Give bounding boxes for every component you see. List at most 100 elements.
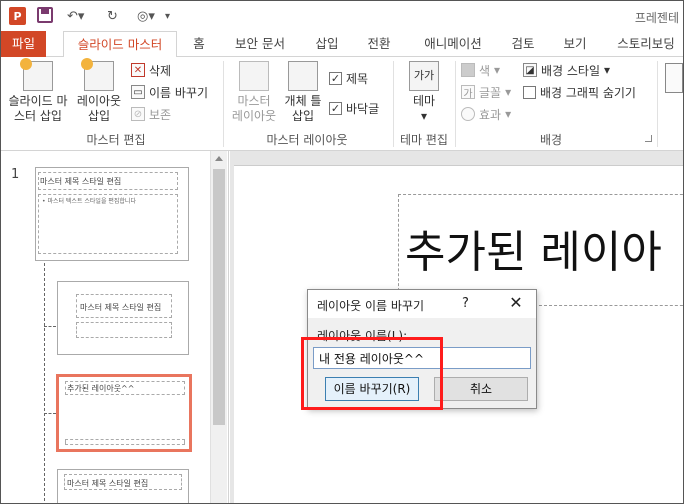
master-layout-label-2: 레이아웃	[231, 109, 277, 123]
footer-check-icon: ✓	[329, 101, 342, 115]
ribbon-separator	[455, 61, 456, 147]
tab-review[interactable]: 검토	[501, 31, 545, 57]
tab-insert[interactable]: 삽입	[305, 31, 349, 57]
insert-placeholder-button[interactable]: 개체 틀 삽입	[281, 61, 325, 124]
customize-toolbar-icon[interactable]: ▾	[165, 7, 170, 25]
thumb-added-layout-title: 추가된 레이아웃^^	[67, 384, 135, 393]
slide-master-thumbnail[interactable]: 마스터 제목 스타일 편집 • 마스터 텍스트 스타일을 편집합니다	[35, 167, 189, 261]
title-bar: P ↶▾ ↻ ◎▾ ▾ 프레젠테	[1, 1, 683, 31]
background-styles-button[interactable]: ◪ 배경 스타일 ▾	[523, 61, 610, 79]
scrollbar-thumb[interactable]	[213, 169, 225, 425]
title-checkbox[interactable]: ✓ 제목	[329, 69, 368, 87]
hide-background-check-icon	[523, 85, 536, 99]
footer-checkbox-label: 바닥글	[346, 101, 380, 116]
colors-label: 색	[479, 63, 491, 78]
insert-slide-master-label: 슬라이드 마	[8, 94, 68, 108]
layout-thumbnail-title[interactable]: 마스터 제목 스타일 편집	[57, 281, 189, 355]
group-label-theme-edit: 테마 편집	[400, 133, 448, 147]
tab-view[interactable]: 보기	[553, 31, 597, 57]
background-styles-label: 배경 스타일	[541, 63, 601, 78]
dialog-title: 레이아웃 이름 바꾸기	[317, 299, 424, 313]
hide-background-graphics-label: 배경 그래픽 숨기기	[540, 85, 636, 100]
colors-button[interactable]: 색 ▾	[461, 61, 500, 79]
delete-icon: ✕	[131, 63, 145, 77]
close-icon[interactable]: ✕	[505, 293, 527, 312]
thumb-layout-title: 마스터 제목 스타일 편집	[80, 303, 162, 312]
group-label-background: 배경	[539, 133, 563, 147]
start-presentation-icon[interactable]: ◎▾	[137, 7, 155, 25]
background-dialog-launcher-icon[interactable]	[645, 135, 652, 142]
chevron-down-icon: ▾	[505, 85, 512, 99]
title-check-icon: ✓	[329, 71, 342, 85]
master-layout-label: 마스터	[237, 94, 271, 108]
thumb-subtitle-placeholder	[76, 322, 172, 338]
tab-slide-master[interactable]: 슬라이드 마스터	[63, 31, 177, 58]
insert-placeholder-label-2: 삽입	[291, 109, 315, 123]
title-checkbox-label: 제목	[346, 71, 369, 86]
chevron-down-icon: ▾	[604, 63, 611, 77]
colors-icon	[461, 63, 475, 77]
insert-layout-label: 레이아웃	[76, 94, 122, 108]
save-icon[interactable]	[37, 7, 53, 23]
tab-storyboarding[interactable]: 스토리보딩	[607, 31, 683, 57]
thumb-master-text: • 마스터 텍스트 스타일을 편집합니다	[42, 198, 136, 205]
slide-thumbnail-pane: 1 마스터 제목 스타일 편집 • 마스터 텍스트 스타일을 편집합니다 마스터…	[1, 151, 229, 503]
insert-layout-button[interactable]: 레이아웃 삽입	[73, 58, 125, 124]
thumb-layout3-title: 마스터 제목 스타일 편집	[67, 479, 149, 488]
insert-slide-master-icon	[20, 58, 53, 91]
master-layout-button[interactable]: 마스터 레이아웃	[227, 61, 281, 124]
insert-placeholder-label: 개체 틀	[284, 94, 322, 108]
chevron-down-icon: ▾	[505, 107, 512, 121]
theme-label: 테마	[412, 94, 436, 108]
group-label-master-layout: 마스터 레이아웃	[266, 133, 348, 147]
theme-button[interactable]: 가가 테마 ▾	[401, 61, 447, 124]
insert-layout-label-2: 삽입	[87, 109, 111, 123]
redo-icon[interactable]: ↻	[107, 7, 118, 25]
group-label-master-edit: 마스터 편집	[86, 133, 146, 147]
thumb-footer-placeholder	[65, 439, 185, 445]
cancel-button[interactable]: 취소	[434, 377, 528, 401]
slide-size-icon[interactable]	[665, 63, 683, 93]
effects-icon	[461, 107, 475, 121]
hide-background-graphics-checkbox[interactable]: 배경 그래픽 숨기기	[523, 83, 636, 101]
chevron-down-icon: ▾	[494, 63, 501, 77]
layout-tree-branch	[44, 326, 56, 327]
tab-animations[interactable]: 애니메이션	[413, 31, 493, 57]
rename-button[interactable]: ▭ 이름 바꾸기	[131, 83, 208, 101]
window-title: 프레젠테	[634, 11, 679, 25]
fonts-button[interactable]: 가 글꼴 ▾	[461, 83, 511, 101]
ribbon: 슬라이드 마 스터 삽입 레이아웃 삽입 ✕ 삭제 ▭ 이름 바꾸기 ⊘ 보존 …	[1, 57, 683, 151]
ribbon-separator	[657, 61, 658, 147]
ribbon-separator	[223, 61, 224, 147]
ribbon-tabs: 파일 슬라이드 마스터 홈 보안 문서 삽입 전환 애니메이션 검토 보기 스토…	[1, 31, 683, 58]
layout-thumbnail-title-content[interactable]: 마스터 제목 스타일 편집	[57, 469, 189, 503]
background-styles-icon: ◪	[523, 63, 537, 77]
tab-protected-document[interactable]: 보안 문서	[227, 31, 293, 57]
slide-number: 1	[11, 167, 20, 182]
scroll-up-icon[interactable]	[215, 156, 223, 161]
effects-button[interactable]: 효과 ▾	[461, 105, 511, 123]
tab-transitions[interactable]: 전환	[357, 31, 401, 57]
delete-button[interactable]: ✕ 삭제	[131, 61, 171, 79]
slide-title-text: 추가된 레이아	[405, 227, 662, 278]
layout-thumbnail-added[interactable]: 추가된 레이아웃^^	[56, 374, 192, 452]
layout-tree-line	[44, 263, 45, 501]
preserve-icon: ⊘	[131, 107, 145, 121]
thumbnail-scrollbar[interactable]	[210, 151, 227, 503]
insert-placeholder-icon	[288, 61, 318, 91]
insert-slide-master-button[interactable]: 슬라이드 마 스터 삽입	[3, 58, 73, 124]
rename-label: 이름 바꾸기	[149, 85, 209, 100]
powerpoint-window: P ↶▾ ↻ ◎▾ ▾ 프레젠테 파일 슬라이드 마스터 홈 보안 문서 삽입 …	[0, 0, 684, 504]
dialog-title-bar: 레이아웃 이름 바꾸기 ? ✕	[308, 290, 536, 318]
theme-dropdown-icon: ▾	[420, 109, 428, 123]
footer-checkbox[interactable]: ✓ 바닥글	[329, 99, 379, 117]
preserve-button[interactable]: ⊘ 보존	[131, 105, 171, 123]
tab-file[interactable]: 파일	[1, 31, 46, 57]
fonts-label: 글꼴	[479, 85, 502, 100]
help-icon[interactable]: ?	[462, 296, 469, 311]
tab-home[interactable]: 홈	[183, 31, 215, 57]
ribbon-separator	[393, 61, 394, 147]
insert-layout-icon	[81, 58, 114, 91]
powerpoint-app-icon: P	[9, 7, 26, 25]
undo-icon[interactable]: ↶▾	[67, 7, 84, 25]
